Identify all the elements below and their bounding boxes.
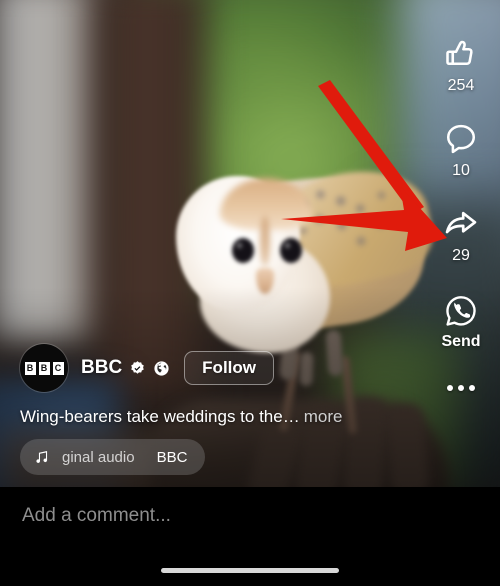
- audio-track-name: ginal audio: [62, 448, 135, 466]
- comment-bubble-icon: [443, 119, 479, 159]
- audio-artist: BBC: [156, 448, 188, 466]
- comment-bar[interactable]: Add a comment...: [0, 487, 500, 586]
- globe-icon: [153, 360, 170, 377]
- audio-marquee: ginal audio BBC: [62, 449, 187, 466]
- thumbs-up-icon: [443, 34, 479, 74]
- share-button[interactable]: 29: [422, 204, 500, 265]
- caption[interactable]: Wing-bearers take weddings to the… more: [0, 394, 500, 427]
- owl-face-ridge: [260, 216, 270, 266]
- caption-more-link[interactable]: more: [304, 407, 343, 426]
- avatar[interactable]: B B C: [20, 344, 68, 392]
- home-indicator: [161, 568, 339, 573]
- owl-eye: [280, 238, 302, 263]
- avatar-letter: C: [52, 361, 64, 375]
- like-button[interactable]: 254: [422, 34, 500, 95]
- share-count: 29: [452, 247, 470, 264]
- follow-button[interactable]: Follow: [184, 351, 274, 385]
- account-row: B B C BBC Follow: [0, 342, 500, 394]
- comment-input-placeholder[interactable]: Add a comment...: [22, 505, 171, 527]
- share-arrow-icon: [442, 204, 480, 244]
- whatsapp-icon: [443, 291, 479, 331]
- video-stage[interactable]: 254 10 29 Send B B C BBC Follow Wing-bea…: [0, 0, 500, 487]
- verified-badge-icon: [129, 360, 146, 377]
- audio-track-pill[interactable]: ginal audio BBC: [20, 439, 206, 475]
- avatar-letter: B: [38, 361, 50, 375]
- comment-count: 10: [452, 162, 470, 179]
- reel-player: 254 10 29 Send B B C BBC Follow Wing-bea…: [0, 0, 500, 586]
- music-note-icon: [34, 449, 50, 465]
- avatar-letter: B: [24, 361, 36, 375]
- post-meta: B B C BBC Follow Wing-bearers take weddi…: [0, 342, 500, 487]
- comment-button[interactable]: 10: [422, 119, 500, 180]
- caption-text: Wing-bearers take weddings to the…: [20, 407, 300, 426]
- owl-eye: [232, 238, 254, 263]
- like-count: 254: [447, 77, 475, 94]
- account-name[interactable]: BBC: [81, 357, 122, 379]
